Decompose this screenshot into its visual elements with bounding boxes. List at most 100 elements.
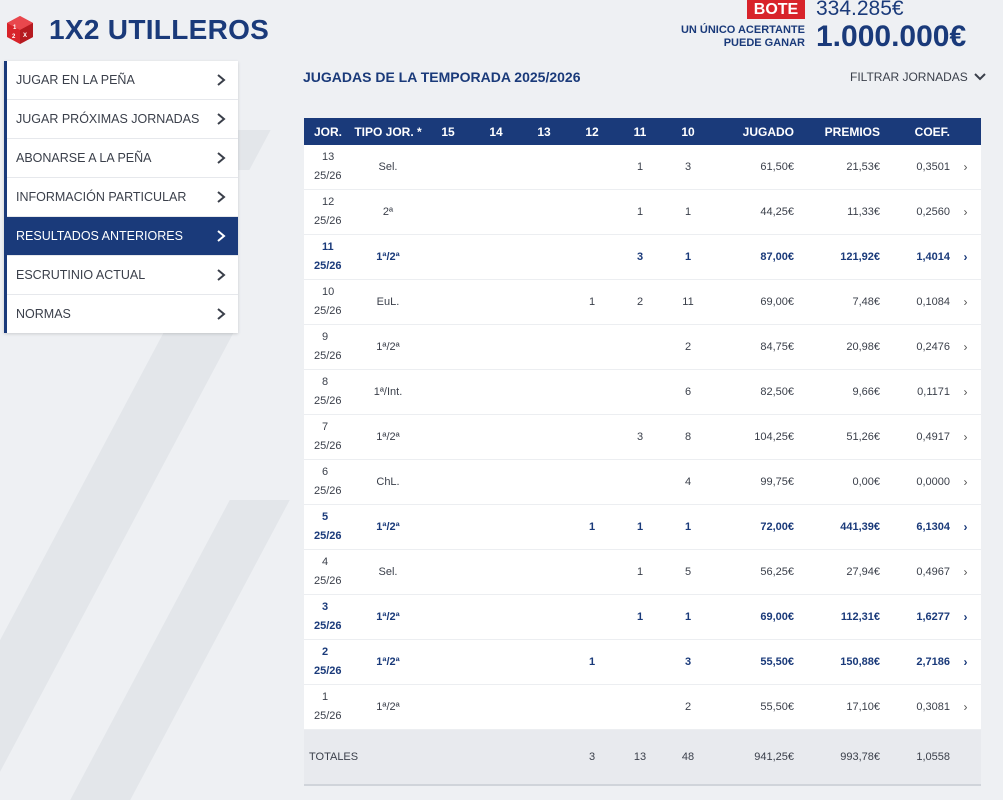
table-row[interactable]: 7 25/26 1ª/2ª 3 8 104,25€ 51,26€ 0,4917 › xyxy=(304,414,981,460)
totals-coef: 1,0558 xyxy=(890,729,950,786)
row-jornada: 13 25/26 xyxy=(304,145,352,190)
row-jugado: 56,25€ xyxy=(712,549,804,595)
row-15 xyxy=(424,594,472,640)
table-row[interactable]: 12 25/26 2ª 1 1 44,25€ 11,33€ 0,2560 › xyxy=(304,189,981,235)
table-row[interactable]: 13 25/26 Sel. 1 3 61,50€ 21,53€ 0,3501 › xyxy=(304,145,981,190)
row-13 xyxy=(520,504,568,550)
row-detail-chevron-icon[interactable]: › xyxy=(950,279,981,325)
col-header-13: 13 xyxy=(520,118,568,145)
row-jornada: 2 25/26 xyxy=(304,639,352,685)
table-row[interactable]: 8 25/26 1ª/Int. 6 82,50€ 9,66€ 0,1171 › xyxy=(304,369,981,415)
table-row[interactable]: 9 25/26 1ª/2ª 2 84,75€ 20,98€ 0,2476 › xyxy=(304,324,981,370)
sidebar-item-jugar-pena[interactable]: JUGAR EN LA PEÑA xyxy=(7,61,238,100)
row-12 xyxy=(568,234,616,280)
chevron-right-icon xyxy=(217,74,226,86)
row-jugado: 104,25€ xyxy=(712,414,804,460)
row-10: 1 xyxy=(664,234,712,280)
row-detail-chevron-icon[interactable]: › xyxy=(950,459,981,505)
row-jornada-number: 11 xyxy=(322,241,334,253)
row-detail-chevron-icon[interactable]: › xyxy=(950,369,981,415)
row-detail-chevron-icon[interactable]: › xyxy=(950,684,981,730)
row-jornada-season: 25/26 xyxy=(314,530,342,542)
table-row[interactable]: 6 25/26 ChL. 4 99,75€ 0,00€ 0,0000 › xyxy=(304,459,981,505)
row-coef: 2,7186 xyxy=(890,639,950,685)
dice-logo-icon: 1 X 2 xyxy=(7,16,33,44)
table-row[interactable]: 11 25/26 1ª/2ª 3 1 87,00€ 121,92€ 1,4014 › xyxy=(304,234,981,280)
svg-text:X: X xyxy=(23,33,27,39)
row-10: 5 xyxy=(664,549,712,595)
sidebar-item-normas[interactable]: NORMAS xyxy=(7,295,238,333)
table-row[interactable]: 5 25/26 1ª/2ª 1 1 1 72,00€ 441,39€ 6,1304 › xyxy=(304,504,981,550)
row-14 xyxy=(472,414,520,460)
sidebar-item-proximas-jornadas[interactable]: JUGAR PRÓXIMAS JORNADAS xyxy=(7,100,238,139)
row-15 xyxy=(424,459,472,505)
chevron-right-icon xyxy=(217,308,226,320)
row-15 xyxy=(424,549,472,595)
table-row[interactable]: 10 25/26 EuL. 1 2 11 69,00€ 7,48€ 0,1084 › xyxy=(304,279,981,325)
row-14 xyxy=(472,504,520,550)
row-jornada: 4 25/26 xyxy=(304,549,352,595)
row-jornada: 7 25/26 xyxy=(304,414,352,460)
col-header-14: 14 xyxy=(472,118,520,145)
row-detail-chevron-icon[interactable]: › xyxy=(950,145,981,190)
totals-15 xyxy=(424,729,472,786)
sidebar-item-resultados-anteriores[interactable]: RESULTADOS ANTERIORES xyxy=(7,217,238,256)
bote-prize: 1.000.000€ xyxy=(816,20,967,53)
row-11 xyxy=(616,684,664,730)
table-body: 13 25/26 Sel. 1 3 61,50€ 21,53€ 0,3501 › 12 25/26 2… xyxy=(304,145,981,730)
row-10: 4 xyxy=(664,459,712,505)
row-premios: 121,92€ xyxy=(804,234,890,280)
filter-jornadas-dropdown[interactable]: FILTRAR JORNADAS xyxy=(850,70,986,84)
table-row[interactable]: 1 25/26 1ª/2ª 2 55,50€ 17,10€ 0,3081 › xyxy=(304,684,981,730)
row-detail-chevron-icon[interactable]: › xyxy=(950,189,981,235)
row-detail-chevron-icon[interactable]: › xyxy=(950,549,981,595)
row-12: 1 xyxy=(568,279,616,325)
brand[interactable]: 1 X 2 1X2 UTILLEROS xyxy=(5,12,269,48)
row-jornada: 1 25/26 xyxy=(304,684,352,730)
row-10: 1 xyxy=(664,189,712,235)
row-10: 3 xyxy=(664,145,712,190)
table-row[interactable]: 2 25/26 1ª/2ª 1 3 55,50€ 150,88€ 2,7186 › xyxy=(304,639,981,685)
table-row[interactable]: 4 25/26 Sel. 1 5 56,25€ 27,94€ 0,4967 › xyxy=(304,549,981,595)
row-11 xyxy=(616,324,664,370)
col-header-coef: COEF. xyxy=(890,118,950,145)
row-15 xyxy=(424,684,472,730)
row-detail-chevron-icon[interactable]: › xyxy=(950,414,981,460)
row-premios: 7,48€ xyxy=(804,279,890,325)
row-detail-chevron-icon[interactable]: › xyxy=(950,504,981,550)
row-jugado: 82,50€ xyxy=(712,369,804,415)
row-jornada-season: 25/26 xyxy=(314,260,342,272)
sidebar-item-label: ABONARSE A LA PEÑA xyxy=(16,151,152,165)
row-premios: 21,53€ xyxy=(804,145,890,190)
row-jugado: 69,00€ xyxy=(712,594,804,640)
row-jugado: 84,75€ xyxy=(712,324,804,370)
sidebar-item-label: NORMAS xyxy=(16,307,71,321)
sidebar-item-informacion[interactable]: INFORMACIÓN PARTICULAR xyxy=(7,178,238,217)
sidebar-item-abonarse[interactable]: ABONARSE A LA PEÑA xyxy=(7,139,238,178)
sidebar-item-escrutinio[interactable]: ESCRUTINIO ACTUAL xyxy=(7,256,238,295)
row-coef: 0,3081 xyxy=(890,684,950,730)
row-12 xyxy=(568,145,616,190)
row-jornada-number: 5 xyxy=(322,511,329,523)
row-13 xyxy=(520,459,568,505)
row-detail-chevron-icon[interactable]: › xyxy=(950,234,981,280)
row-14 xyxy=(472,324,520,370)
row-10: 1 xyxy=(664,504,712,550)
row-jugado: 99,75€ xyxy=(712,459,804,505)
bote-subtitle-line2: PUEDE GANAR xyxy=(723,37,805,49)
sidebar-item-label: INFORMACIÓN PARTICULAR xyxy=(16,190,187,204)
row-12 xyxy=(568,549,616,595)
row-14 xyxy=(472,459,520,505)
row-jornada-season: 25/26 xyxy=(314,440,342,452)
row-detail-chevron-icon[interactable]: › xyxy=(950,324,981,370)
col-header-premios: PREMIOS xyxy=(804,118,890,145)
row-detail-chevron-icon[interactable]: › xyxy=(950,639,981,685)
row-coef: 0,4967 xyxy=(890,549,950,595)
row-coef: 0,2560 xyxy=(890,189,950,235)
bote-subtitle-line1: UN ÚNICO ACERTANTE xyxy=(680,24,805,36)
jackpot-panel: BOTE 334.285€ UN ÚNICO ACERTANTE PUEDE G… xyxy=(673,0,1003,56)
row-jornada-number: 13 xyxy=(322,151,335,163)
table-row[interactable]: 3 25/26 1ª/2ª 1 1 69,00€ 112,31€ 1,6277 › xyxy=(304,594,981,640)
row-detail-chevron-icon[interactable]: › xyxy=(950,594,981,640)
row-11: 1 xyxy=(616,594,664,640)
